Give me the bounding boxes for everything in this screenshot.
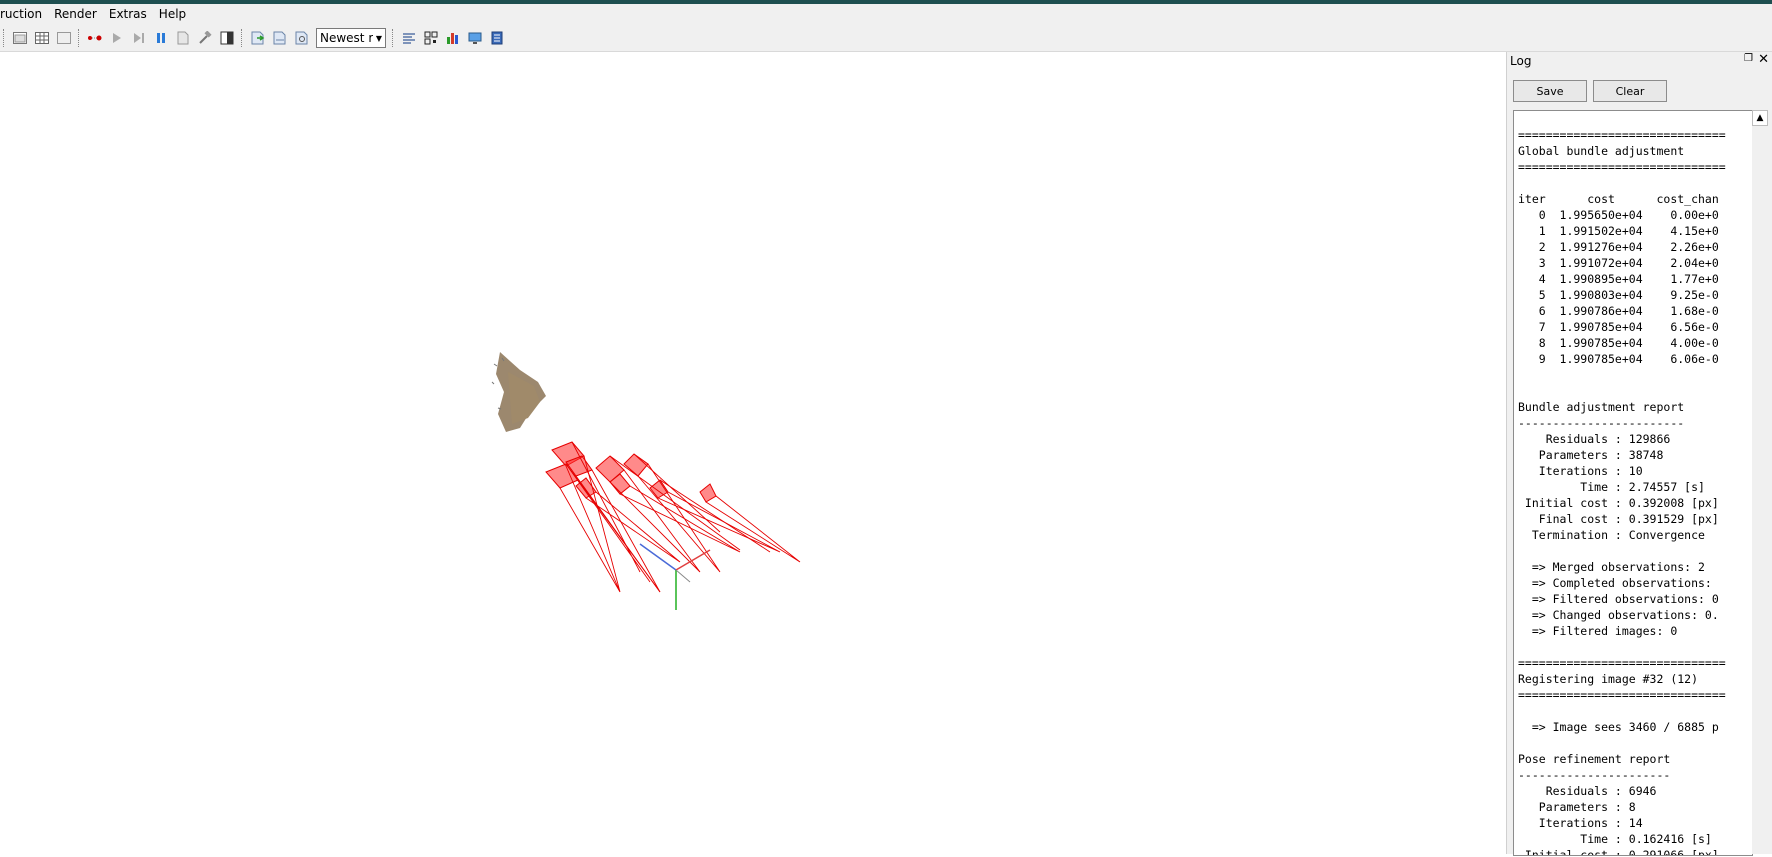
log-title: Log (1510, 54, 1532, 68)
import-icon[interactable] (271, 29, 289, 47)
log-line: Time : 0.162416 [s] (1518, 832, 1712, 846)
log-line: 6 1.990786e+04 1.68e-0 (1518, 304, 1719, 318)
log-line: => Merged observations: 2 (1518, 560, 1705, 574)
log-line: ============================== (1518, 128, 1726, 142)
log-line: => Completed observations: (1518, 576, 1712, 590)
reconstruction-viewport[interactable] (0, 52, 1506, 854)
log-line: Parameters : 8 (1518, 800, 1636, 814)
log-scrollbar[interactable]: ▲ (1752, 110, 1768, 854)
log-line: Initial cost : 0.392008 [px] (1518, 496, 1719, 510)
window-icon[interactable] (11, 29, 29, 47)
export-icon[interactable] (249, 29, 267, 47)
log-line: 1 1.991502e+04 4.15e+0 (1518, 224, 1719, 238)
monitor-icon[interactable] (466, 29, 484, 47)
log-line: Time : 2.74557 [s] (1518, 480, 1705, 494)
toolbar-grip[interactable] (392, 29, 395, 47)
log-line: Iterations : 10 (1518, 464, 1643, 478)
play-icon[interactable] (108, 29, 126, 47)
log-line: Global bundle adjustment (1518, 144, 1685, 158)
log-line: ============================== (1518, 160, 1726, 174)
toolbar: Newest r ▼ (0, 25, 1772, 52)
sync-icon[interactable] (293, 29, 311, 47)
log-line: Iterations : 14 (1518, 816, 1643, 830)
bar-chart-icon[interactable] (444, 29, 462, 47)
log-line: iter cost cost_chan (1518, 192, 1719, 206)
step-icon[interactable] (130, 29, 148, 47)
log-line: Registering image #32 (12) (1518, 672, 1699, 686)
log-line: Final cost : 0.391529 [px] (1518, 512, 1719, 526)
axes-gizmo (639, 543, 711, 610)
database-icon[interactable] (488, 29, 506, 47)
log-save-button[interactable]: Save (1513, 80, 1587, 102)
chevron-down-icon: ▼ (375, 33, 383, 43)
log-line: ---------------------- (1518, 768, 1671, 782)
window-blank-icon[interactable] (55, 29, 73, 47)
camera-rays (559, 441, 801, 593)
log-line: ============================== (1518, 688, 1726, 702)
undock-icon[interactable]: ❐ (1744, 53, 1753, 64)
menu-bar: ruction Render Extras Help (0, 4, 1772, 25)
contrast-icon[interactable] (218, 29, 236, 47)
log-line: Termination : Convergence (1518, 528, 1705, 542)
scene-3d (491, 352, 801, 610)
log-line: 5 1.990803e+04 9.25e-0 (1518, 288, 1719, 302)
log-line: Pose refinement report (1518, 752, 1671, 766)
log-line: ============================== (1518, 656, 1726, 670)
log-line: 8 1.990785e+04 4.00e-0 (1518, 336, 1719, 350)
grid-icon[interactable] (33, 29, 51, 47)
menu-help[interactable]: Help (153, 4, 192, 25)
scroll-up-arrow-icon[interactable]: ▲ (1752, 110, 1768, 126)
log-line: Bundle adjustment report (1518, 400, 1685, 414)
log-line: => Image sees 3460 / 6885 p (1518, 720, 1719, 734)
close-icon[interactable]: ✕ (1758, 52, 1769, 67)
file-icon[interactable] (174, 29, 192, 47)
combo-value: Newest r (320, 31, 373, 45)
toolbar-grip[interactable] (241, 29, 244, 47)
list-icon[interactable] (400, 29, 418, 47)
toolbar-grip[interactable] (3, 29, 6, 47)
log-line: Parameters : 38748 (1518, 448, 1664, 462)
log-clear-button[interactable]: Clear (1593, 80, 1667, 102)
hammer-icon[interactable] (196, 29, 214, 47)
qr-icon[interactable] (422, 29, 440, 47)
menu-render[interactable]: Render (48, 4, 103, 25)
log-line: 3 1.991072e+04 2.04e+0 (1518, 256, 1719, 270)
log-panel: Log ❐ ✕ Save Clear =====================… (1506, 52, 1772, 856)
log-lines: ============================== Global bu… (1514, 111, 1752, 856)
log-line: 4 1.990895e+04 1.77e+0 (1518, 272, 1719, 286)
log-line: 0 1.995650e+04 0.00e+0 (1518, 208, 1719, 222)
newest-combo[interactable]: Newest r ▼ (316, 28, 386, 48)
point-cloud (491, 352, 546, 432)
log-line: => Changed observations: 0. (1518, 608, 1719, 622)
record-icon[interactable] (86, 29, 104, 47)
log-line: => Filtered observations: 0 (1518, 592, 1719, 606)
log-text-area[interactable]: ============================== Global bu… (1513, 110, 1753, 856)
menu-reconstruction[interactable]: ruction (0, 4, 48, 25)
pause-icon[interactable] (152, 29, 170, 47)
log-line: Residuals : 129866 (1518, 432, 1671, 446)
log-line: Initial cost : 0.291066 [px] (1518, 848, 1719, 856)
menu-extras[interactable]: Extras (103, 4, 153, 25)
log-line: 9 1.990785e+04 6.06e-0 (1518, 352, 1719, 366)
log-line: => Filtered images: 0 (1518, 624, 1678, 638)
log-line: ------------------------ (1518, 416, 1685, 430)
toolbar-grip[interactable] (78, 29, 81, 47)
log-line: Residuals : 6946 (1518, 784, 1657, 798)
log-line: 7 1.990785e+04 6.56e-0 (1518, 320, 1719, 334)
log-line: 2 1.991276e+04 2.26e+0 (1518, 240, 1719, 254)
